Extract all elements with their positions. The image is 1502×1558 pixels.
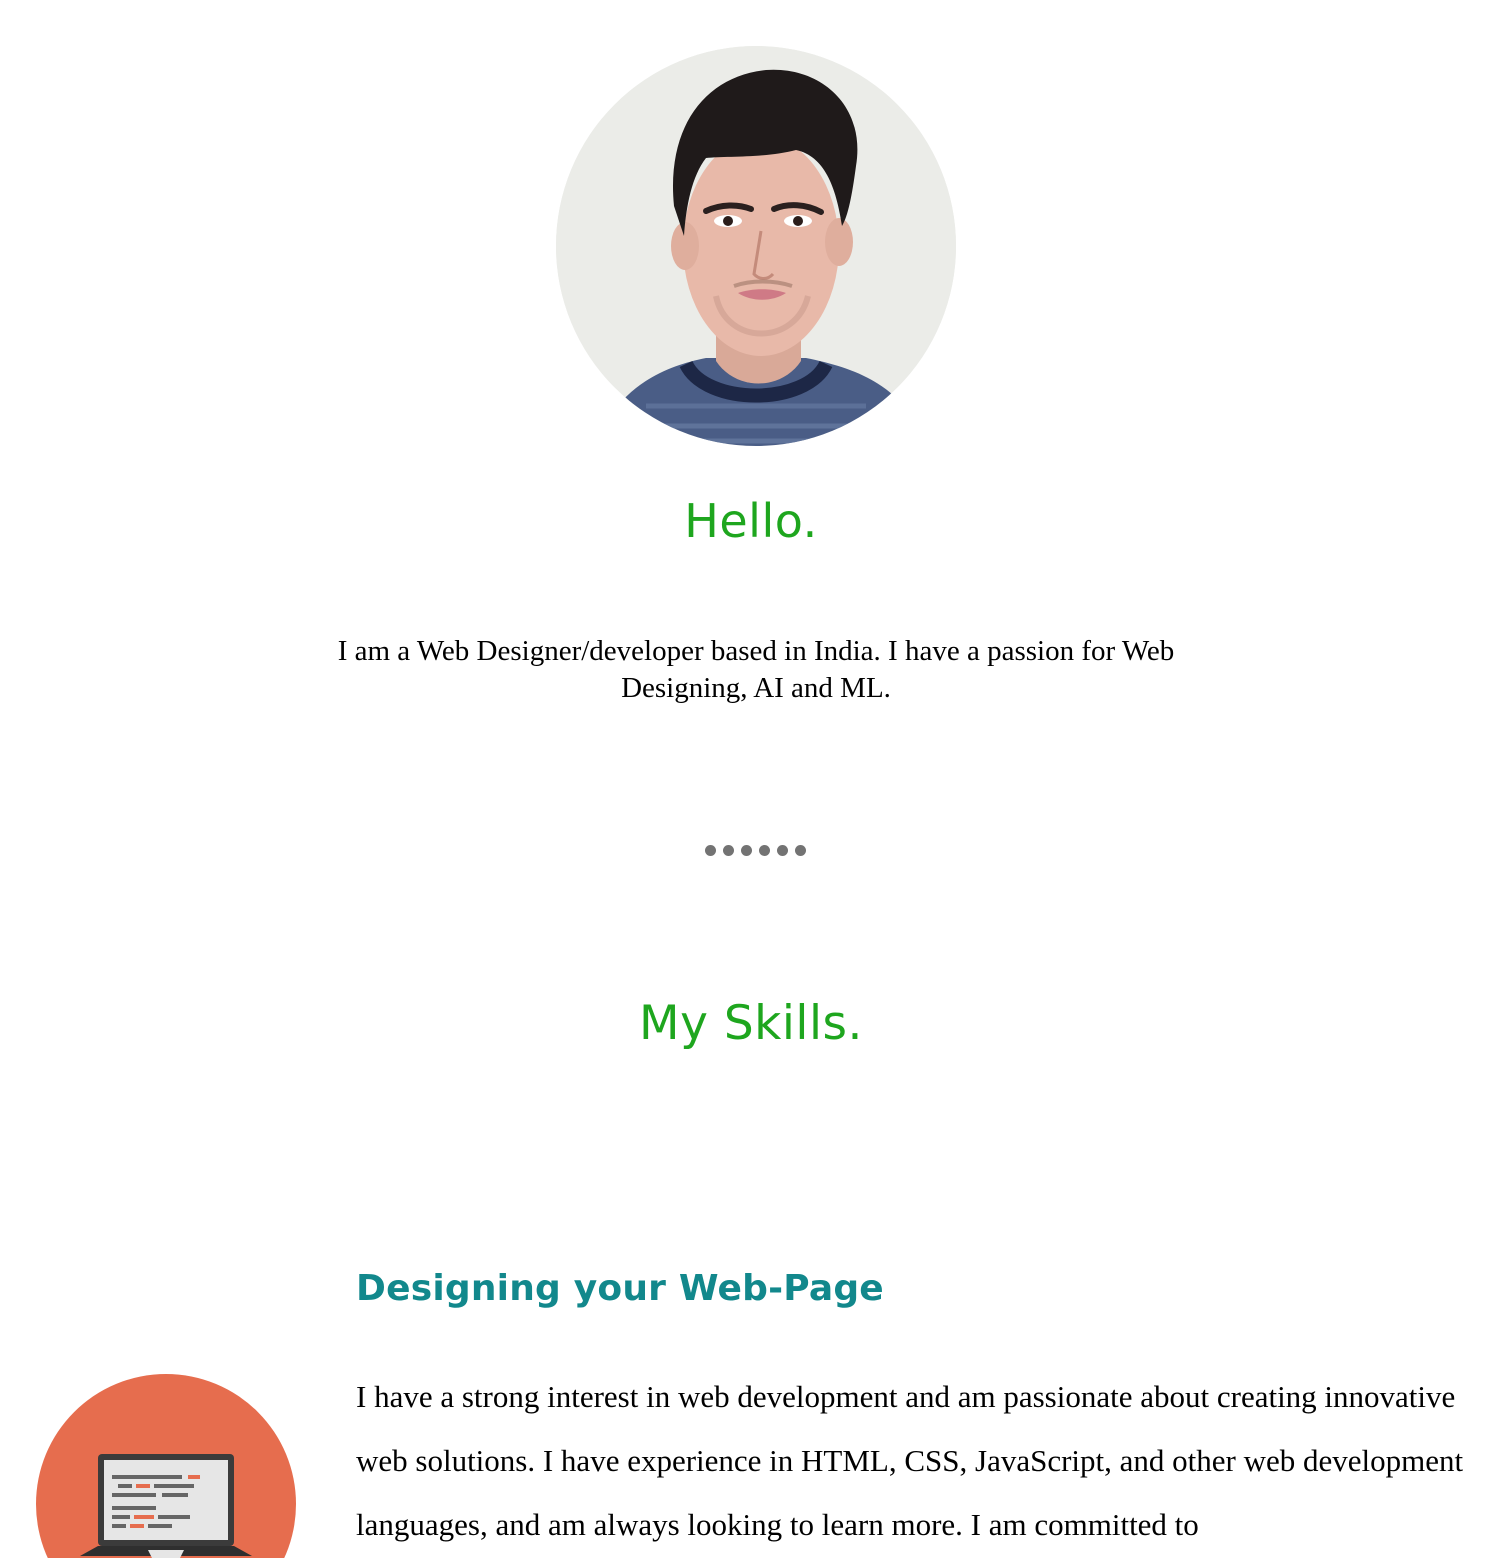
dots-divider xyxy=(705,845,806,857)
divider-dot xyxy=(705,845,716,856)
divider-dot xyxy=(795,845,806,856)
divider-dot xyxy=(741,845,752,856)
greeting-heading: Hello. xyxy=(684,494,818,548)
divider-dot xyxy=(777,845,788,856)
profile-avatar xyxy=(556,46,956,446)
intro-text: I am a Web Designer/developer based in I… xyxy=(337,635,1175,704)
skill-heading: Designing your Web-Page xyxy=(356,1268,884,1309)
laptop-code-icon xyxy=(36,1374,296,1558)
divider-dot xyxy=(759,845,770,856)
skill-description: I have a strong interest in web developm… xyxy=(356,1379,1464,1542)
avatar-portrait-image xyxy=(556,46,956,446)
divider-dot xyxy=(723,845,734,856)
skills-section-title: My Skills. xyxy=(639,996,863,1051)
